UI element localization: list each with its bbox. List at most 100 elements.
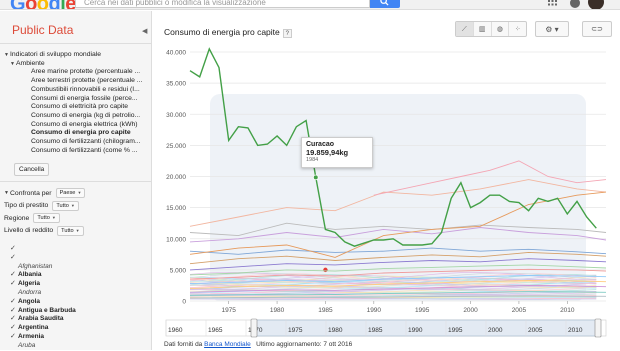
checkmark-icon[interactable]: ✓: [10, 245, 18, 254]
checkmark-icon[interactable]: ✓: [10, 307, 18, 316]
tree-item[interactable]: Consumo di energia elettrica (kWh): [4, 121, 142, 130]
country-item[interactable]: ✓ Antigua e Barbuda: [10, 307, 76, 316]
divider: [0, 43, 152, 44]
country-item[interactable]: Afghanistan: [10, 263, 76, 272]
x-tick-label: 1980: [270, 307, 285, 314]
tree-item-label: Consumi di energia fossile (perce...: [31, 94, 138, 102]
country-label: Antigua e Barbuda: [18, 306, 76, 314]
tree-item[interactable]: Combustibili rinnovabili e residui (I...: [4, 86, 142, 95]
filter-value: Tutto: [56, 202, 69, 209]
filter-row: Regione Tutto ▼: [4, 212, 85, 225]
tree-item-label: Consumo di energia pro capite: [31, 129, 131, 137]
country-item[interactable]: ✓ Algeria: [10, 280, 76, 289]
tree-item[interactable]: Consumo di energia (kg di petrolio...: [4, 112, 142, 121]
checkmark-icon[interactable]: ✓: [10, 298, 18, 307]
tree-item[interactable]: Consumo di elettricità pro capite: [4, 103, 142, 112]
filter-dropdown[interactable]: Tutto ▼: [57, 225, 84, 236]
link-button[interactable]: ⊂⊃: [582, 21, 612, 37]
settings-button[interactable]: ⚙ ▾: [535, 21, 569, 37]
timeline-label: 2010: [568, 327, 583, 334]
checkmark-icon[interactable]: ✓: [10, 324, 18, 333]
country-item[interactable]: Aruba: [10, 342, 76, 351]
source-prefix: Dati forniti da: [164, 341, 203, 348]
timeline-handle[interactable]: [250, 318, 258, 338]
filter-dropdown[interactable]: Tutto ▼: [33, 213, 60, 224]
bar-chart-icon[interactable]: ▥: [474, 22, 492, 36]
timeline-label: 1965: [208, 327, 223, 334]
y-tick-label: 35.000: [166, 81, 186, 88]
country-item[interactable]: Andorra: [10, 289, 76, 298]
checkmark-icon[interactable]: ✓: [10, 315, 18, 324]
timeline-label: 2005: [528, 327, 543, 334]
line-chart-icon[interactable]: ⟋: [456, 22, 474, 36]
chart-tooltip: Curacao 19.859,94kg 1984: [301, 137, 373, 168]
checkmark-icon[interactable]: ✓: [10, 333, 18, 342]
filter-dropdown[interactable]: Tutto ▼: [52, 200, 79, 211]
avatar[interactable]: [588, 0, 604, 9]
tree-node[interactable]: ▼Indicatori di sviluppo mondiale: [4, 51, 142, 60]
country-label: Argentina: [18, 324, 49, 332]
tree-item[interactable]: Aree marine protette (percentuale ...: [4, 68, 142, 77]
country-item[interactable]: ✓ Argentina: [10, 324, 76, 333]
timeline-label: 1990: [408, 327, 423, 334]
timeline-selection[interactable]: [253, 319, 599, 337]
source-link[interactable]: Banca Mondiale: [204, 341, 251, 348]
country-item[interactable]: ✓ Armenia: [10, 333, 76, 342]
apps-grid-icon[interactable]: [548, 0, 557, 6]
bubble-chart-icon[interactable]: ⁘: [509, 22, 526, 36]
timeline-handle[interactable]: [594, 318, 602, 338]
country-label: Algeria: [18, 280, 41, 288]
filter-dropdown[interactable]: Paese ▼: [55, 188, 86, 199]
tooltip-year: 1984: [306, 157, 319, 163]
tree-item-label: Combustibili rinnovabili e residui (I...: [31, 85, 140, 93]
y-tick-label: 25.000: [166, 143, 186, 150]
timeline-slider[interactable]: 1960196519701975198019851990199520002005…: [160, 318, 612, 338]
highlighted-point: [312, 174, 319, 181]
checkmark-icon[interactable]: ✓: [10, 271, 18, 280]
map-icon[interactable]: ◍: [492, 22, 510, 36]
country-item[interactable]: ✓ Arabia Saudita: [10, 315, 76, 324]
country-item[interactable]: ✓: [10, 254, 76, 263]
sidebar: Public Data ◀ ▼Indicatori di sviluppo mo…: [0, 11, 152, 350]
cancel-button[interactable]: Cancella: [14, 163, 50, 176]
tree-item[interactable]: Consumo di energia pro capite: [4, 129, 142, 138]
checkmark-icon[interactable]: ✓: [10, 254, 18, 263]
tree-item[interactable]: Consumo di fertilizzanti (chilogram...: [4, 138, 142, 147]
collapse-sidebar-icon[interactable]: ◀: [142, 27, 147, 35]
country-label: Albania: [18, 271, 42, 279]
tree-item[interactable]: Consumo di fertilizzanti (come % ...: [4, 147, 142, 156]
footer: Dati forniti da Banca Mondiale Ultimo ag…: [164, 341, 352, 348]
search-input[interactable]: Cerca nei dati pubblici o modifica la vi…: [75, 0, 370, 8]
public-data-title[interactable]: Public Data: [12, 23, 73, 37]
filter-value: Paese: [59, 190, 76, 197]
country-list: ✓ ✓ Afghanistan ✓ Albania ✓ Algeria Andorra ✓ Ang…: [10, 245, 76, 351]
tree-item[interactable]: Aree terrestri protette (percentuale ...: [4, 77, 142, 86]
filter-label: Livello di reddito: [4, 227, 54, 235]
tree-node[interactable]: ▼Ambiente: [4, 60, 142, 69]
line-chart[interactable]: 0 5.000 10.000 15.000 20.000 25.000 30.000 35.0…: [160, 40, 612, 315]
country-item[interactable]: ✓ Albania: [10, 271, 76, 280]
filter-panel: ▼ Confronta per Paese ▼ Tipo di prestito Tutt…: [4, 187, 86, 237]
tooltip-country: Curacao: [306, 141, 335, 148]
chevron-down-icon: ▼: [70, 202, 75, 208]
country-label: Afghanistan: [18, 262, 53, 270]
google-logo[interactable]: Google: [10, 0, 76, 9]
country-item[interactable]: ✓ Angola: [10, 298, 76, 307]
notifications-icon[interactable]: [570, 0, 580, 8]
checkmark-icon[interactable]: ✓: [10, 280, 18, 289]
search-icon: [380, 0, 389, 6]
y-tick-label: 20.000: [166, 174, 186, 181]
tree-item[interactable]: Consumi di energia fossile (perce...: [4, 95, 142, 104]
series-marker: [323, 267, 328, 273]
y-tick-label: 30.000: [166, 112, 186, 119]
timeline-label: 2000: [488, 327, 503, 334]
search-button[interactable]: [370, 0, 400, 8]
country-item[interactable]: ✓: [10, 245, 76, 254]
indicator-tree: ▼Indicatori di sviluppo mondiale ▼Ambient…: [4, 51, 142, 155]
country-label: Aruba: [18, 341, 36, 349]
help-icon[interactable]: ?: [282, 29, 292, 38]
filter-value: Tutto: [37, 215, 50, 222]
timeline-label: 1995: [448, 327, 463, 334]
y-tick-label: 0: [182, 299, 186, 306]
tree-item-label: Indicatori di sviluppo mondiale: [10, 51, 102, 58]
